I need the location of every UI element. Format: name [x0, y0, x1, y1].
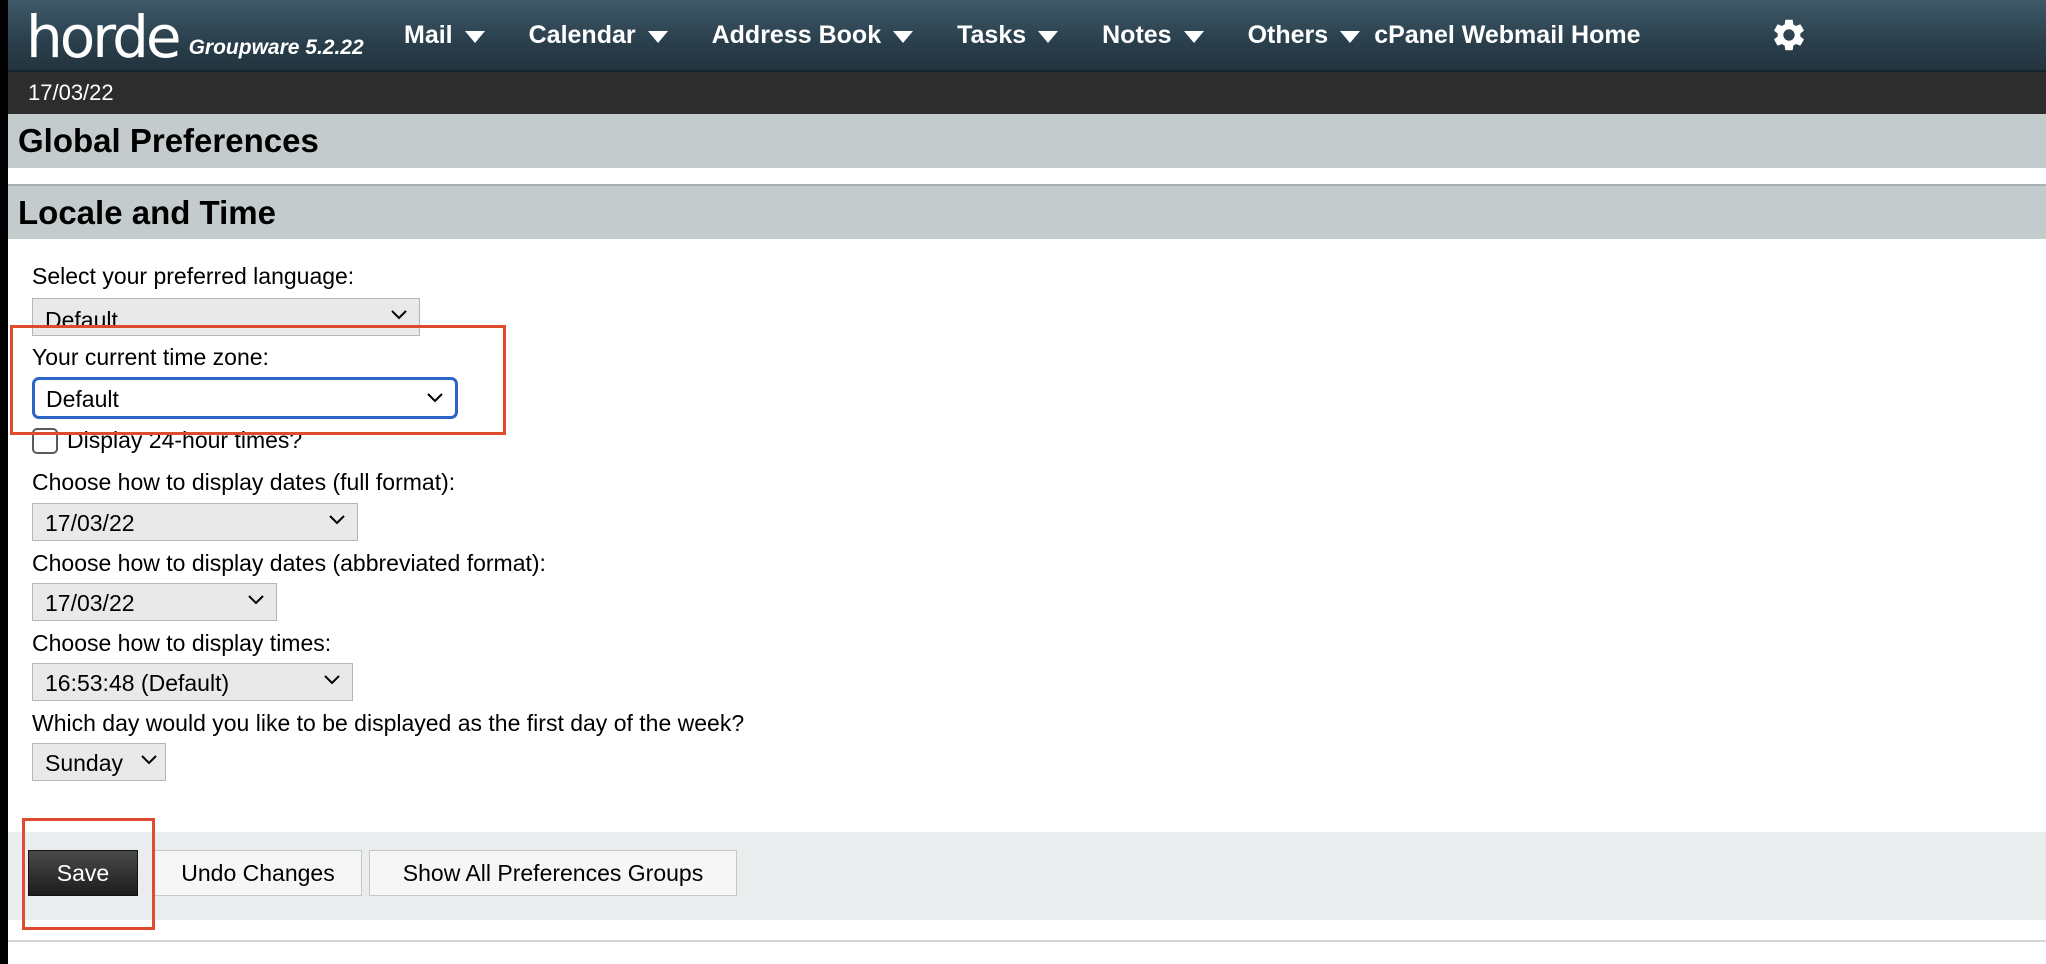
- timezone-select[interactable]: Default: [32, 377, 458, 419]
- menu-address-book[interactable]: Address Book: [711, 20, 914, 50]
- locale-time-header: Locale and Time: [8, 184, 2046, 239]
- date-full-format-select[interactable]: 17/03/22: [32, 503, 358, 541]
- page-title: Global Preferences: [18, 122, 319, 159]
- first-day-value: Sunday: [45, 750, 124, 776]
- cpanel-webmail-home-link[interactable]: cPanel Webmail Home: [1374, 21, 1640, 50]
- menu-tasks[interactable]: Tasks: [957, 20, 1059, 50]
- language-label: Select your preferred language:: [32, 263, 355, 289]
- current-date: 17/03/22: [28, 80, 114, 105]
- display-24-hour-checkbox[interactable]: [32, 428, 58, 454]
- time-format-label: Choose how to display times:: [32, 630, 332, 656]
- date-abbrev-format-label: Choose how to display dates (abbreviated…: [32, 550, 546, 576]
- menu-notes-label: Notes: [1102, 20, 1172, 49]
- menu-tasks-label: Tasks: [957, 20, 1027, 49]
- language-select[interactable]: Default: [32, 298, 420, 336]
- chevron-down-icon: [248, 595, 264, 605]
- save-button[interactable]: Save: [28, 850, 138, 896]
- timezone-label: Your current time zone:: [32, 344, 269, 370]
- menu-mail-label: Mail: [404, 20, 453, 49]
- caret-down-icon: [464, 30, 485, 43]
- logo-text: horde: [26, 3, 182, 71]
- main-menu: Mail Calendar Address Book Tasks Notes O…: [404, 0, 1640, 70]
- top-navigation-bar: horde Groupware 5.2.22 Mail Calendar Add…: [8, 0, 2046, 72]
- version-text: Groupware 5.2.22: [188, 36, 364, 59]
- caret-down-icon: [647, 30, 668, 43]
- date-full-format-value: 17/03/22: [45, 510, 135, 536]
- show-all-preferences-button[interactable]: Show All Preferences Groups: [369, 850, 737, 896]
- time-format-select[interactable]: 16:53:48 (Default): [32, 663, 353, 701]
- chevron-down-icon: [427, 393, 443, 403]
- menu-mail[interactable]: Mail: [404, 21, 485, 50]
- horde-logo[interactable]: horde Groupware 5.2.22: [26, 6, 364, 66]
- date-bar: 17/03/22: [8, 72, 2046, 114]
- caret-down-icon: [1340, 30, 1361, 43]
- caret-down-icon: [1038, 30, 1059, 43]
- display-24-hour-label: Display 24-hour times?: [67, 427, 303, 453]
- form-button-bar: Save Undo Changes Show All Preferences G…: [8, 832, 2046, 920]
- language-select-value: Default: [45, 307, 118, 333]
- divider: [8, 940, 2046, 942]
- first-day-label: Which day would you like to be displayed…: [32, 710, 745, 736]
- chevron-down-icon: [141, 755, 157, 765]
- section-title: Locale and Time: [18, 194, 276, 231]
- caret-down-icon: [1183, 30, 1204, 43]
- chevron-down-icon: [329, 515, 345, 525]
- global-preferences-header: Global Preferences: [8, 114, 2046, 168]
- first-day-select[interactable]: Sunday: [32, 743, 166, 781]
- timezone-select-value: Default: [46, 386, 119, 412]
- menu-calendar-label: Calendar: [528, 20, 636, 49]
- chevron-down-icon: [391, 310, 407, 320]
- menu-others[interactable]: Others: [1248, 21, 1361, 50]
- menu-notes[interactable]: Notes: [1102, 20, 1204, 50]
- date-full-format-label: Choose how to display dates (full format…: [32, 469, 456, 495]
- time-format-value: 16:53:48 (Default): [45, 670, 230, 696]
- date-abbrev-format-select[interactable]: 17/03/22: [32, 583, 277, 621]
- window-left-edge: [0, 0, 8, 964]
- chevron-down-icon: [324, 675, 340, 685]
- gear-icon[interactable]: [1770, 16, 1808, 54]
- undo-changes-button[interactable]: Undo Changes: [154, 850, 362, 896]
- menu-calendar[interactable]: Calendar: [529, 21, 668, 50]
- menu-others-label: Others: [1247, 20, 1329, 49]
- caret-down-icon: [893, 30, 914, 43]
- menu-address-book-label: Address Book: [711, 20, 882, 49]
- date-abbrev-format-value: 17/03/22: [45, 590, 135, 616]
